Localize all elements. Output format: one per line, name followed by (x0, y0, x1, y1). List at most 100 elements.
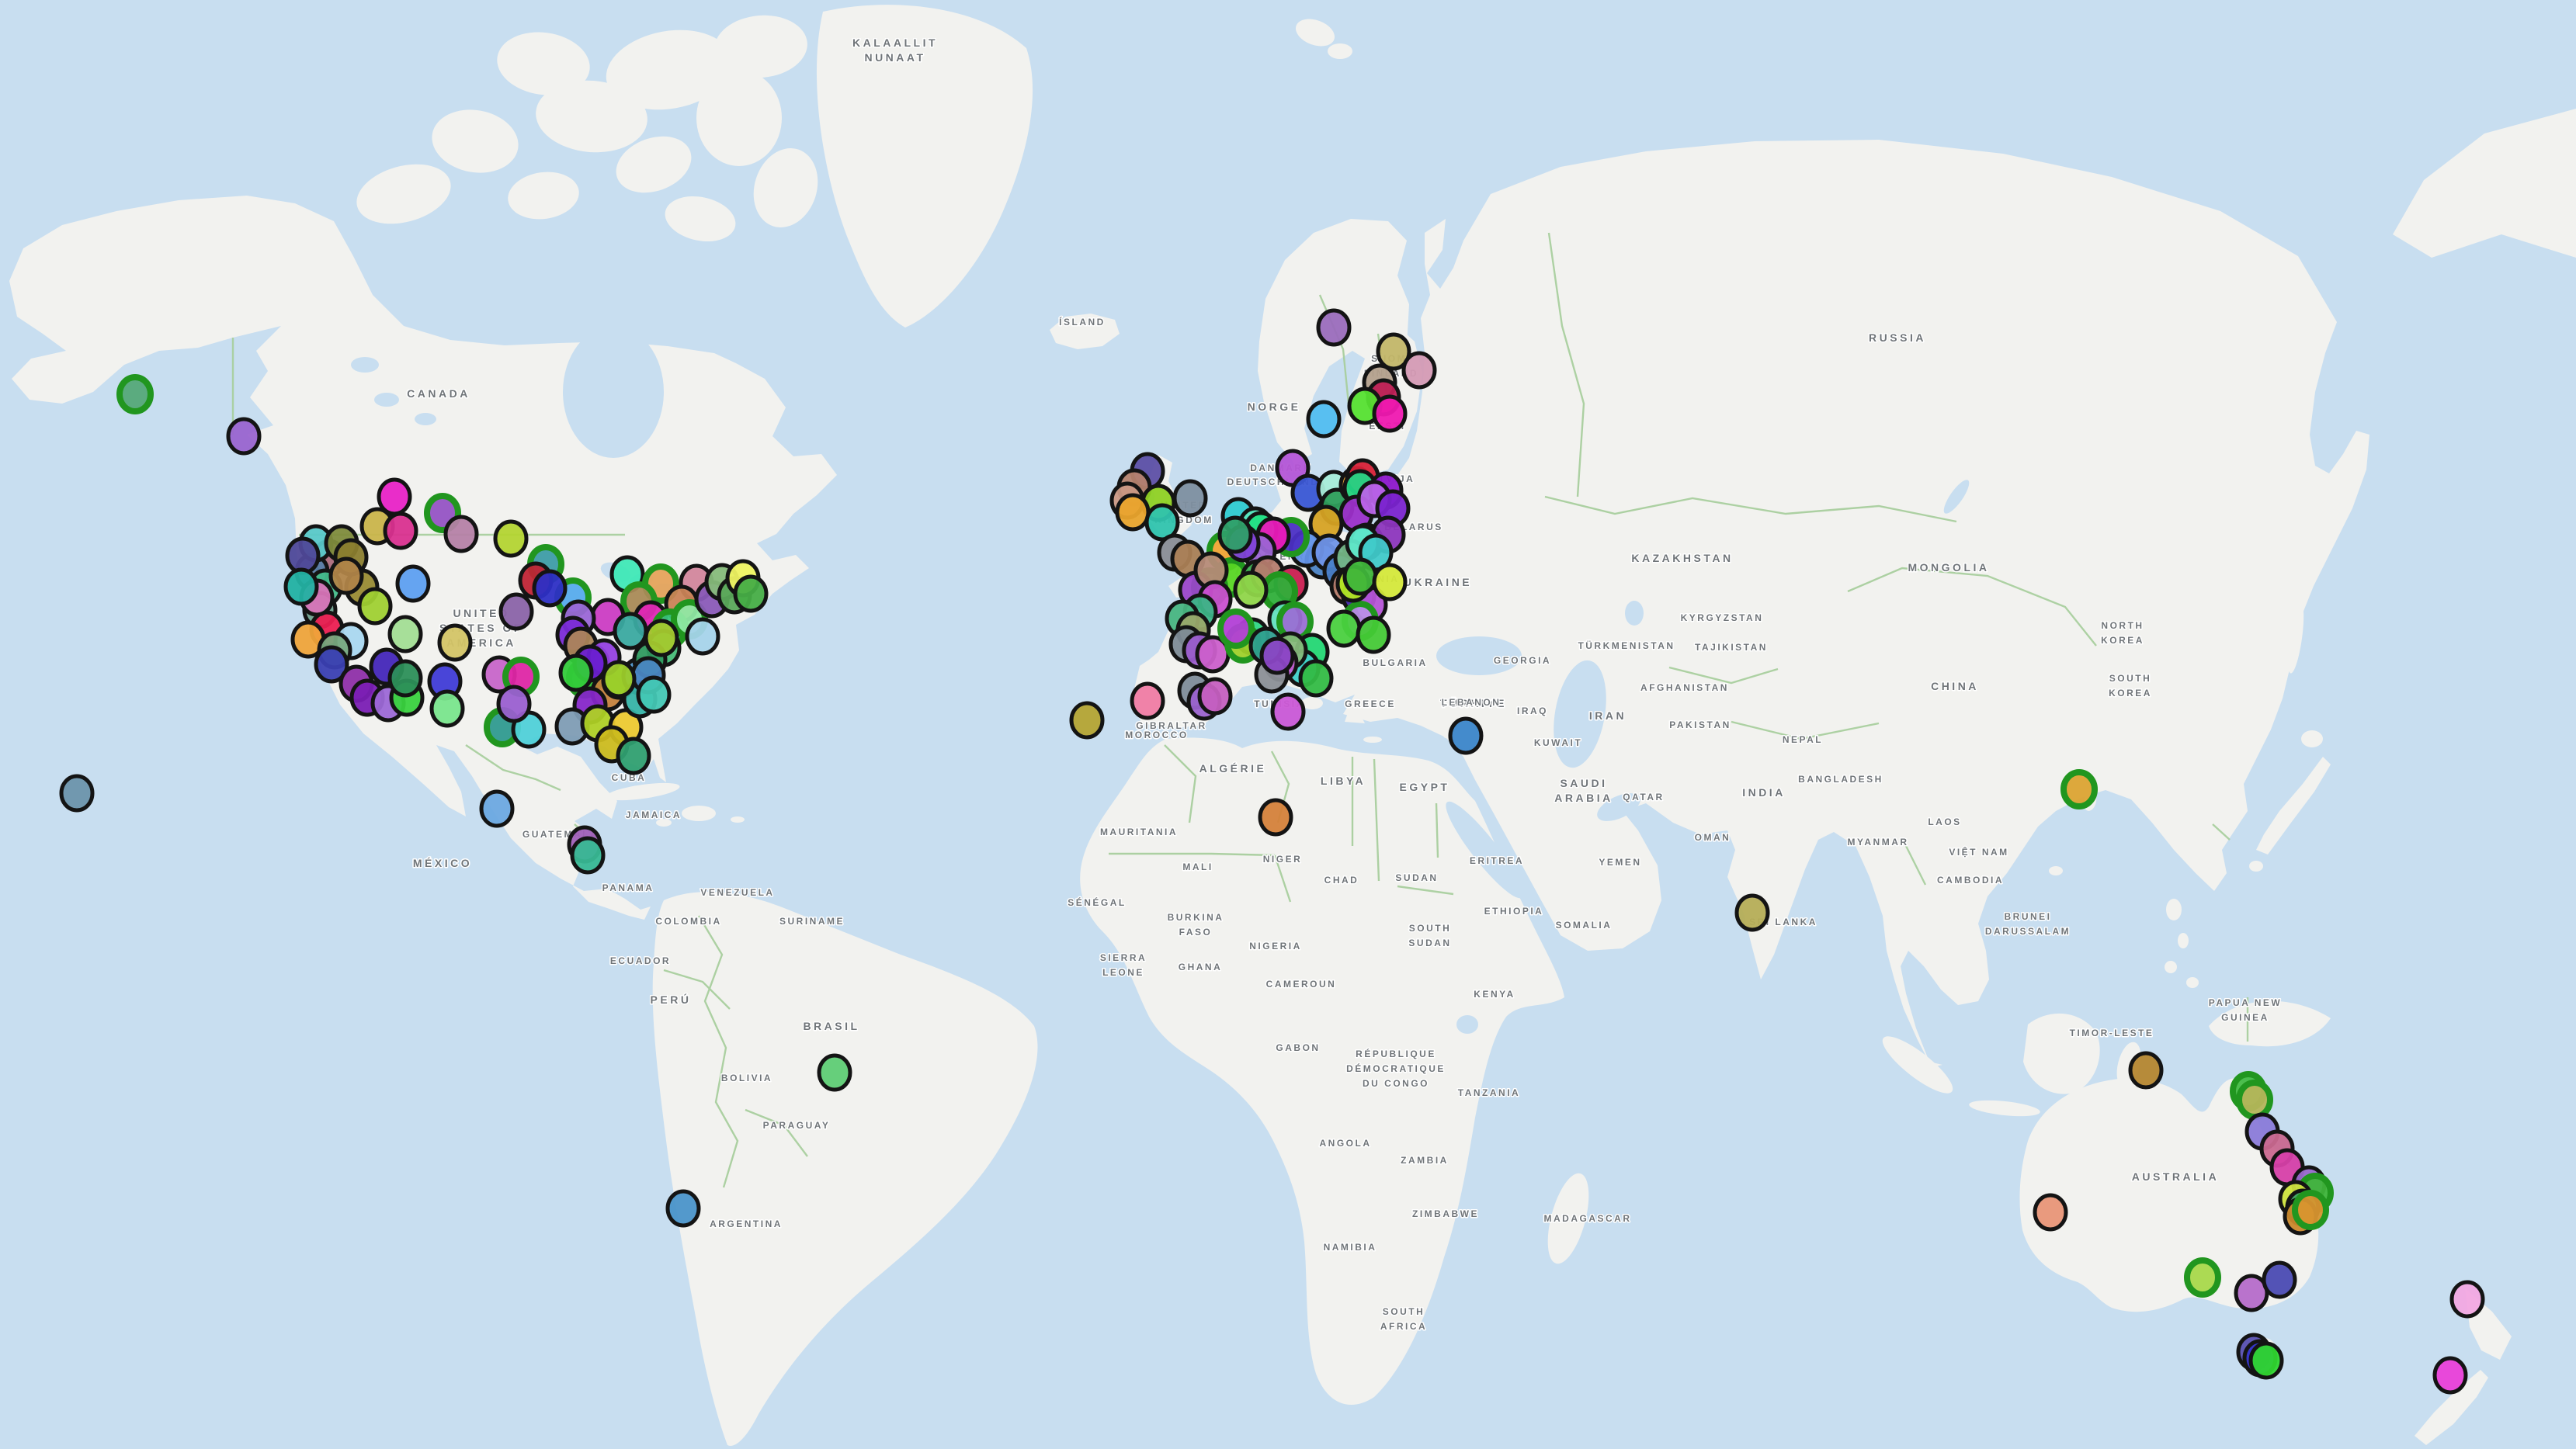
map-marker[interactable] (2251, 1343, 2282, 1378)
country-label-cambodia: CAMBODIA (1937, 875, 2004, 886)
map-marker[interactable] (432, 692, 463, 726)
country-label-ghana: GHANA (1179, 962, 1223, 972)
map-marker[interactable] (687, 619, 718, 653)
map-marker[interactable] (359, 589, 391, 623)
map-marker[interactable] (534, 571, 565, 605)
country-label-m-xico: MÉXICO (413, 857, 472, 869)
country-label-mauritania: MAURITANIA (1100, 827, 1178, 837)
map-marker[interactable] (646, 621, 677, 655)
map-marker[interactable] (819, 1056, 850, 1090)
map-marker[interactable] (1262, 639, 1293, 673)
map-marker[interactable] (390, 661, 421, 695)
country-label-qatar: QATAR (1623, 792, 1664, 802)
country-label-laos: LAOS (1928, 816, 1961, 827)
map-marker[interactable] (603, 662, 634, 696)
map-marker[interactable] (61, 776, 92, 810)
map-marker[interactable] (1374, 565, 1405, 599)
country-label-s-n-gal: SÉNÉGAL (1068, 896, 1127, 908)
map-marker[interactable] (1117, 495, 1148, 529)
map-marker[interactable] (1220, 612, 1252, 646)
country-label-eritrea: ERITREA (1470, 855, 1524, 866)
map-marker[interactable] (481, 792, 512, 826)
map-marker[interactable] (495, 522, 526, 556)
country-label-iran: IRAN (1589, 709, 1626, 722)
country-label-vi-t-nam: VIỆT NAM (1949, 846, 2008, 858)
map-marker[interactable] (572, 838, 603, 872)
map-marker[interactable] (439, 626, 470, 660)
map-marker[interactable] (2264, 1263, 2295, 1297)
country-label-chad: CHAD (1324, 875, 1359, 886)
map-marker[interactable] (615, 614, 646, 648)
country-label-china: CHINA (1931, 680, 1979, 692)
country-label-ecuador: ECUADOR (610, 955, 671, 966)
map-marker[interactable] (1737, 896, 1768, 930)
country-label-mongolia: MONGOLIA (1908, 561, 1990, 574)
country-label-alg-rie: ALGÉRIE (1199, 762, 1267, 775)
map-marker[interactable] (446, 517, 477, 551)
map-marker[interactable] (1308, 402, 1339, 436)
map-marker[interactable] (561, 656, 592, 690)
country-label-tanzania: TANZANIA (1458, 1087, 1520, 1098)
world-map[interactable]: KALAALLITNUNAATCANADAUNITEDSTATES OFAMER… (0, 0, 2576, 1449)
country-label-ethiopia: ETHIOPIA (1484, 906, 1544, 917)
country-label-colombia: COLOMBIA (655, 916, 721, 927)
map-marker[interactable] (120, 377, 151, 411)
map-marker[interactable] (2130, 1053, 2161, 1087)
country-label-nigeria: NIGERIA (1249, 941, 1302, 952)
country-label-per-: PERÚ (651, 993, 692, 1006)
country-label-madagascar: MADAGASCAR (1544, 1213, 1632, 1224)
map-marker[interactable] (1318, 310, 1349, 345)
map-marker[interactable] (735, 577, 766, 611)
map-marker[interactable] (2035, 1195, 2066, 1229)
country-label-t-rkmenistan: TÜRKMENISTAN (1578, 640, 1675, 651)
map-marker[interactable] (385, 514, 416, 548)
country-label-sudan: SUDAN (1395, 872, 1438, 883)
country-label-yemen: YEMEN (1599, 857, 1641, 868)
map-marker[interactable] (331, 559, 362, 593)
map-marker[interactable] (2187, 1260, 2218, 1295)
hudson-bay (563, 326, 664, 458)
map-marker[interactable] (1071, 703, 1102, 737)
country-label-argentina: ARGENTINA (710, 1218, 783, 1229)
map-marker[interactable] (2239, 1083, 2270, 1117)
map-marker[interactable] (1235, 573, 1266, 607)
country-label-russia: RUSSIA (1869, 331, 1926, 344)
map-marker[interactable] (2435, 1358, 2466, 1392)
map-marker[interactable] (287, 539, 318, 573)
country-label-cameroun: CAMEROUN (1266, 979, 1337, 990)
map-marker[interactable] (286, 570, 317, 604)
country-label-norge: NORGE (1248, 400, 1301, 413)
map-marker[interactable] (2064, 772, 2095, 806)
map-marker[interactable] (2295, 1193, 2326, 1227)
map-marker[interactable] (618, 739, 649, 773)
map-marker[interactable] (1358, 618, 1389, 652)
map-marker[interactable] (1175, 481, 1206, 515)
map-marker[interactable] (498, 687, 529, 721)
country-label-jamaica: JAMAICA (626, 809, 682, 820)
map-marker[interactable] (1199, 679, 1231, 713)
map-marker[interactable] (1374, 397, 1405, 431)
map-marker[interactable] (1132, 684, 1163, 718)
country-label-myanmar: MYANMAR (1847, 837, 1908, 848)
country-label-afghanistan: AFGHANISTAN (1640, 682, 1729, 693)
map-marker[interactable] (501, 595, 532, 629)
map-marker[interactable] (228, 419, 259, 453)
map-marker[interactable] (668, 1191, 699, 1225)
country-label-tajikistan: TAJIKISTAN (1695, 642, 1768, 653)
map-marker[interactable] (1300, 661, 1331, 695)
map-marker[interactable] (398, 567, 429, 601)
map-marker[interactable] (1404, 353, 1435, 387)
country-label-namibia: NAMIBIA (1324, 1242, 1377, 1253)
map-marker[interactable] (390, 617, 421, 651)
map-marker[interactable] (638, 678, 669, 712)
map-marker[interactable] (1260, 800, 1291, 834)
map-marker[interactable] (2452, 1282, 2483, 1316)
map-marker[interactable] (1272, 695, 1304, 729)
country-label-kazakhstan: KAZAKHSTAN (1631, 552, 1733, 564)
map-marker[interactable] (1345, 560, 1376, 594)
map-marker[interactable] (1450, 719, 1481, 753)
map-marker[interactable] (1328, 612, 1359, 646)
map-marker[interactable] (1220, 518, 1251, 552)
country-label-timor-leste: TIMOR-LESTE (2070, 1028, 2154, 1038)
country-label-kenya: KENYA (1474, 989, 1515, 1000)
